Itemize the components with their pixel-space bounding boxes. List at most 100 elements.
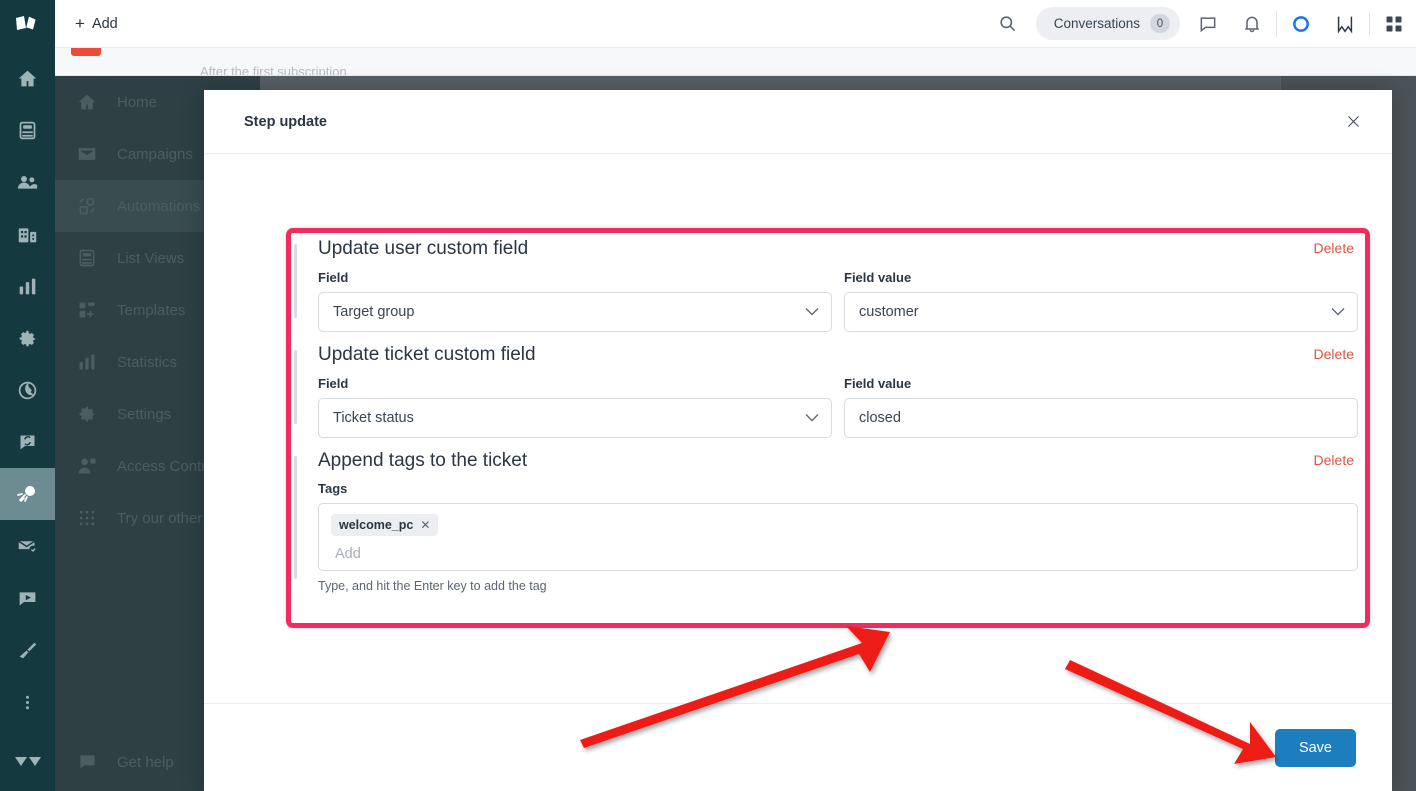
- rail-segments-icon[interactable]: [0, 364, 55, 416]
- icon-rail: [0, 0, 55, 791]
- access-control-icon: [78, 458, 96, 474]
- sidebar-item-label: Settings: [117, 405, 172, 423]
- breadcrumb-badge: [71, 48, 101, 56]
- tags-label: Tags: [318, 481, 348, 497]
- tags-column: Tags welcome_pc ✕ Add Type, and hit the …: [318, 481, 1358, 593]
- grid-apps-icon[interactable]: [1372, 0, 1416, 48]
- action-title: Update ticket custom field: [318, 343, 536, 365]
- rail-bottom-logo[interactable]: [0, 739, 55, 791]
- tags-hint: Type, and hit the Enter key to add the t…: [318, 579, 547, 594]
- sidebar-item-label: Get help: [117, 753, 174, 771]
- automations-icon: [79, 197, 95, 215]
- rail-more-icon[interactable]: [0, 676, 55, 728]
- close-icon[interactable]: ✕: [420, 518, 430, 532]
- rail-list-views-icon[interactable]: [0, 104, 55, 156]
- tag-chip-label: welcome_pc: [339, 518, 414, 533]
- action-header: Update user custom field Delete: [318, 238, 1358, 261]
- action-title: Update user custom field: [318, 238, 529, 259]
- modal-header: Step update: [204, 90, 1392, 154]
- value-column: Field value closed: [844, 376, 1358, 438]
- chat-bubble-icon[interactable]: [1186, 0, 1230, 48]
- templates-icon: [79, 302, 95, 318]
- field-value-select[interactable]: customer: [844, 291, 1358, 332]
- action-update-user-custom-field: Update user custom field Delete Field Ta…: [294, 238, 1358, 332]
- chevron-down-icon: [805, 304, 819, 320]
- top-bar: + Add Conversations 0: [55, 0, 1416, 48]
- sidebar-item-label: Templates: [117, 301, 186, 319]
- apps-grid-icon: [79, 510, 95, 526]
- plus-icon: +: [75, 14, 85, 33]
- bookmark-icon[interactable]: [1323, 0, 1367, 48]
- sidebar-item-label: Campaigns: [117, 145, 193, 163]
- tags-input-box[interactable]: welcome_pc ✕ Add: [318, 503, 1358, 572]
- field-column: Field Ticket status: [318, 376, 832, 438]
- background-breadcrumb-strip: After the first subscription: [55, 48, 1416, 76]
- field-column: Field Target group: [318, 270, 832, 332]
- home-icon: [78, 94, 96, 110]
- statistics-icon: [79, 354, 95, 370]
- action-title: Append tags to the ticket: [318, 449, 528, 471]
- sidebar-item-label: List Views: [117, 249, 185, 267]
- add-button[interactable]: + Add: [69, 11, 124, 36]
- save-button[interactable]: Save: [1274, 728, 1356, 767]
- rail-home-icon[interactable]: [0, 52, 55, 104]
- step-update-modal: Step update Update user custom field Del…: [204, 90, 1392, 791]
- rail-automations-icon[interactable]: [0, 468, 55, 520]
- action-header: Append tags to the ticket Delete: [318, 450, 1358, 473]
- tag-chip: welcome_pc ✕: [331, 514, 439, 537]
- rail-feed-icon[interactable]: [0, 572, 55, 624]
- action-header: Update ticket custom field Delete: [318, 344, 1358, 367]
- rail-email-check-icon[interactable]: [0, 520, 55, 572]
- rail-statistics-icon[interactable]: [0, 260, 55, 312]
- search-icon[interactable]: [986, 0, 1030, 48]
- rail-settings-icon[interactable]: [0, 312, 55, 364]
- field-label: Field: [318, 269, 349, 285]
- conversations-count-badge: 0: [1150, 14, 1170, 33]
- field-label: Field: [318, 375, 349, 391]
- delete-action-link[interactable]: Delete: [1314, 346, 1354, 362]
- breadcrumb-text: After the first subscription: [200, 64, 347, 76]
- action-update-ticket-custom-field: Update ticket custom field Delete Field …: [294, 344, 1358, 438]
- value-column: Field value customer: [844, 270, 1358, 332]
- action-fields: Field Ticket status Field value closed: [318, 376, 1358, 438]
- envelope-icon: [78, 148, 96, 160]
- modal-title: Step update: [244, 113, 327, 130]
- rail-company-icon[interactable]: [0, 208, 55, 260]
- conversations-pill[interactable]: Conversations 0: [1035, 7, 1180, 40]
- toolbar-divider: [1276, 10, 1277, 37]
- modal-body: Update user custom field Delete Field Ta…: [204, 154, 1392, 703]
- delete-action-link[interactable]: Delete: [1314, 452, 1354, 468]
- help-chat-icon: [80, 755, 95, 769]
- field-value-input[interactable]: closed: [844, 397, 1358, 438]
- sidebar-item-label: Statistics: [117, 353, 178, 371]
- field-select-value: Target group: [333, 303, 415, 320]
- app-root: Home Campaigns Automations List Views Te…: [0, 0, 1416, 791]
- field-value-label: Field value: [844, 375, 912, 391]
- conversations-label: Conversations: [1053, 16, 1140, 31]
- field-select-value: Ticket status: [333, 409, 414, 426]
- field-value-input-value: closed: [859, 409, 901, 426]
- field-select[interactable]: Target group: [318, 291, 832, 332]
- close-icon[interactable]: [1336, 105, 1370, 139]
- rail-conversations-icon[interactable]: [0, 416, 55, 468]
- actions-list: Update user custom field Delete Field Ta…: [294, 238, 1358, 605]
- delete-action-link[interactable]: Delete: [1314, 240, 1354, 256]
- toolbar-divider: [1369, 10, 1370, 37]
- chevron-down-icon: [1331, 304, 1345, 320]
- list-views-icon: [79, 249, 95, 267]
- brand-logo[interactable]: [0, 0, 55, 52]
- chevron-down-icon: [805, 410, 819, 426]
- sidebar-item-label: Automations: [117, 197, 201, 215]
- rail-contacts-icon[interactable]: [0, 156, 55, 208]
- add-button-label: Add: [91, 15, 118, 32]
- tag-add-input[interactable]: Add: [331, 546, 1345, 562]
- sidebar-item-label: Access Control: [117, 457, 218, 475]
- circle-icon[interactable]: [1279, 0, 1323, 48]
- rail-broom-icon[interactable]: [0, 624, 55, 676]
- bell-icon[interactable]: [1230, 0, 1274, 48]
- field-value-select-value: customer: [859, 303, 919, 320]
- sidebar-item-label: Home: [117, 93, 158, 111]
- field-select[interactable]: Ticket status: [318, 397, 832, 438]
- gear-icon: [79, 406, 95, 422]
- top-bar-right: Conversations 0: [986, 0, 1416, 48]
